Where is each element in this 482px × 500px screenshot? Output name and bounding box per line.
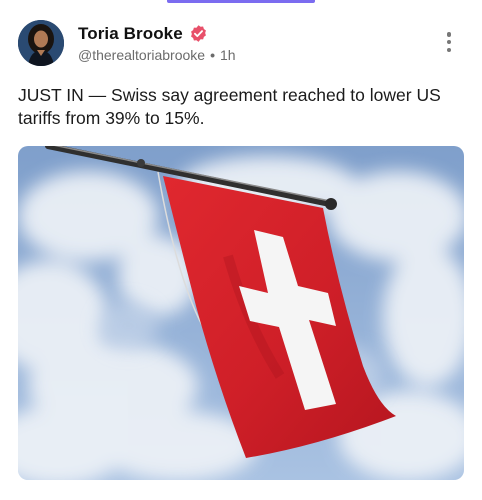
more-dot [446, 47, 452, 52]
post-text: JUST IN — Swiss say agreement reached to… [18, 85, 441, 128]
more-dot [446, 32, 452, 37]
post-meta: @therealtoriabrooke • 1h [78, 47, 236, 63]
more-vertical-icon[interactable] [442, 28, 456, 56]
post-image[interactable] [18, 146, 464, 480]
avatar[interactable] [18, 20, 64, 66]
post-timestamp[interactable]: 1h [220, 47, 236, 63]
post-header: Toria Brooke @therealtoriabrooke • 1h [18, 18, 464, 68]
author-name[interactable]: Toria Brooke [78, 24, 183, 44]
more-dot [446, 39, 452, 45]
verified-badge-icon [189, 24, 208, 43]
meta-separator: • [210, 46, 215, 63]
author-name-row: Toria Brooke [78, 24, 236, 44]
author-handle[interactable]: @therealtoriabrooke [78, 47, 205, 63]
author-identity: Toria Brooke @therealtoriabrooke • 1h [78, 24, 236, 63]
active-tab-indicator [167, 0, 315, 3]
